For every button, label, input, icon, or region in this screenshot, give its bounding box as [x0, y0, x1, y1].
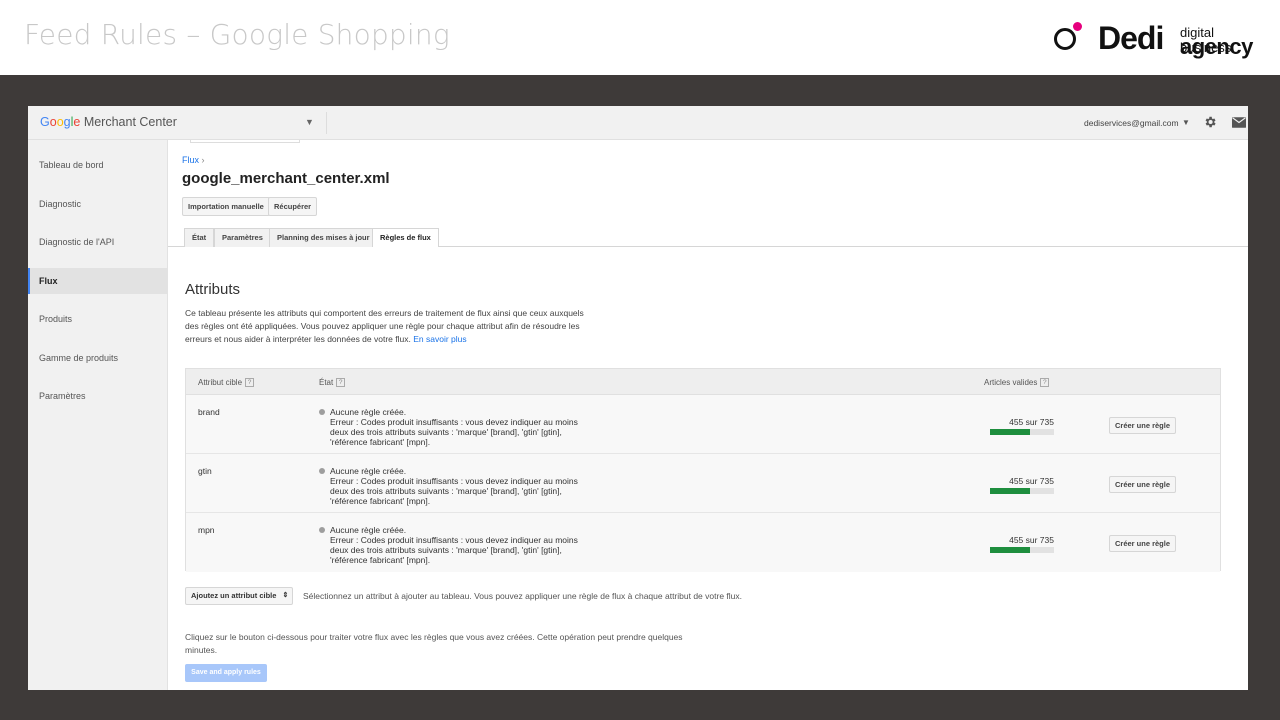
- tab-status[interactable]: État: [184, 228, 215, 247]
- valid-count: 455 sur 735: [1009, 476, 1054, 486]
- header-valid-items: Articles valides?: [984, 378, 1050, 388]
- help-icon[interactable]: ?: [1040, 378, 1050, 388]
- fetch-button[interactable]: Récupérer: [268, 197, 318, 216]
- valid-progress-fill: [990, 547, 1030, 553]
- learn-more-link[interactable]: En savoir plus: [413, 334, 466, 344]
- status-dot-icon: [319, 409, 325, 415]
- valid-count: 455 sur 735: [1009, 535, 1054, 545]
- status-dot-icon: [319, 468, 325, 474]
- main-content: Flux › google_merchant_center.xml Import…: [168, 140, 1248, 690]
- tab-update-schedule[interactable]: Planning des mises à jour: [269, 228, 378, 247]
- state-cell: Aucune règle créée. Erreur : Codes produ…: [319, 407, 589, 447]
- table-row: brand Aucune règle créée. Erreur : Codes…: [186, 395, 1220, 454]
- dedi-logo: Dedi digital business agency: [1052, 20, 1253, 60]
- help-icon[interactable]: ?: [336, 378, 346, 388]
- valid-progress-bar: [990, 488, 1054, 494]
- table-row: gtin Aucune règle créée. Erreur : Codes …: [186, 454, 1220, 513]
- valid-progress-bar: [990, 429, 1054, 435]
- select-arrows-icon: ⇕: [282, 592, 289, 599]
- state-error: Erreur : Codes produit insuffisants : vo…: [330, 535, 578, 565]
- slide-title: Feed Rules – Google Shopping: [24, 18, 450, 51]
- table-header: Attribut cible? État? Articles valides?: [186, 369, 1220, 395]
- tab-settings[interactable]: Paramètres: [214, 228, 271, 247]
- sidebar-item-diagnostics[interactable]: Diagnostic: [28, 191, 167, 217]
- save-and-apply-rules-button[interactable]: Save and apply rules: [185, 664, 267, 682]
- mail-icon[interactable]: [1232, 117, 1246, 128]
- page-title: google_merchant_center.xml: [182, 170, 390, 187]
- valid-progress-fill: [990, 488, 1030, 494]
- breadcrumb: Flux ›: [182, 155, 205, 165]
- logo-word: Dedi: [1098, 20, 1164, 56]
- state-cell: Aucune règle créée. Erreur : Codes produ…: [319, 466, 589, 506]
- state-title: Aucune règle créée.: [330, 466, 407, 476]
- account-menu-caret-icon[interactable]: ▼: [1182, 118, 1190, 127]
- add-attribute-hint: Sélectionnez un attribut à ajouter au ta…: [303, 591, 742, 601]
- create-rule-button[interactable]: Créer une règle: [1109, 476, 1177, 493]
- merchant-center-brand[interactable]: Google Merchant Center: [40, 115, 177, 129]
- attribute-name: brand: [198, 407, 220, 417]
- breadcrumb-separator: ›: [201, 155, 205, 165]
- attribute-name: gtin: [198, 466, 212, 476]
- description-text: Ce tableau présente les attributs qui co…: [185, 308, 584, 344]
- gear-icon[interactable]: [1203, 115, 1217, 129]
- header-state: État?: [319, 378, 346, 388]
- header-target-attribute: Attribut cible?: [198, 378, 255, 388]
- logo-dot-icon: [1073, 22, 1082, 31]
- help-icon[interactable]: ?: [245, 378, 255, 388]
- create-rule-button[interactable]: Créer une règle: [1109, 535, 1177, 552]
- logo-circle-icon: [1054, 28, 1076, 50]
- create-rule-button[interactable]: Créer une règle: [1109, 417, 1177, 434]
- merchant-center-window: Google Merchant Center ▼ dediservices@gm…: [28, 106, 1248, 690]
- attributes-table: Attribut cible? État? Articles valides? …: [185, 368, 1221, 572]
- manual-import-button[interactable]: Importation manuelle: [182, 197, 270, 216]
- table-row: mpn Aucune règle créée. Erreur : Codes p…: [186, 513, 1220, 572]
- sidebar-item-dashboard[interactable]: Tableau de bord: [28, 152, 167, 178]
- attribute-name: mpn: [198, 525, 215, 535]
- sidebar-item-products[interactable]: Produits: [28, 306, 167, 332]
- apply-description: Cliquez sur le bouton ci-dessous pour tr…: [185, 632, 683, 655]
- state-title: Aucune règle créée.: [330, 407, 407, 417]
- sidebar-item-product-range[interactable]: Gamme de produits: [28, 345, 167, 371]
- valid-progress-bar: [990, 547, 1054, 553]
- section-description: Ce tableau présente les attributs qui co…: [185, 307, 595, 346]
- sidebar-item-feeds[interactable]: Flux: [28, 268, 167, 294]
- sidebar: Tableau de bord Diagnostic Diagnostic de…: [28, 140, 168, 690]
- sidebar-item-api-diagnostics[interactable]: Diagnostic de l'API: [28, 229, 167, 255]
- state-title: Aucune règle créée.: [330, 525, 407, 535]
- breadcrumb-link-feeds[interactable]: Flux: [182, 155, 199, 165]
- product-name: Merchant Center: [83, 115, 177, 129]
- google-wordmark: Google: [40, 115, 81, 129]
- section-title: Attributs: [185, 281, 241, 298]
- account-email[interactable]: dediservices@gmail.com: [1084, 118, 1179, 128]
- logo-subtitle-agency: agency: [1180, 34, 1253, 59]
- account-switcher-caret-icon[interactable]: ▼: [305, 117, 314, 127]
- sidebar-item-settings[interactable]: Paramètres: [28, 383, 167, 409]
- state-error: Erreur : Codes produit insuffisants : vo…: [330, 417, 578, 447]
- add-target-attribute-select[interactable]: Ajoutez un attribut cible ⇕: [185, 587, 294, 605]
- top-bar-divider: [326, 112, 327, 134]
- valid-count: 455 sur 735: [1009, 417, 1054, 427]
- status-dot-icon: [319, 527, 325, 533]
- state-error: Erreur : Codes produit insuffisants : vo…: [330, 476, 578, 506]
- slide-header: Feed Rules – Google Shopping Dedi digita…: [0, 0, 1280, 75]
- tab-feed-rules[interactable]: Règles de flux: [372, 228, 439, 247]
- state-cell: Aucune règle créée. Erreur : Codes produ…: [319, 525, 589, 565]
- valid-progress-fill: [990, 429, 1030, 435]
- top-bar: Google Merchant Center ▼ dediservices@gm…: [28, 106, 1248, 140]
